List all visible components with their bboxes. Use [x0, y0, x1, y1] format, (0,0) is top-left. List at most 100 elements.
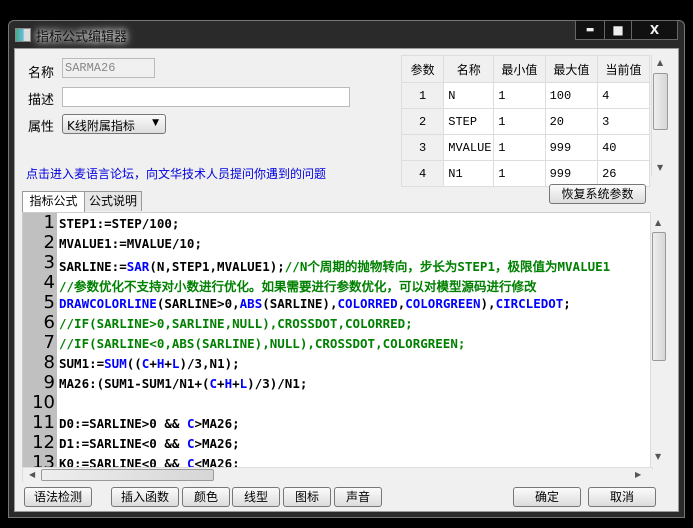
- param-cell[interactable]: 100: [544, 82, 599, 109]
- line-type-button[interactable]: 线型: [232, 487, 280, 507]
- maximize-button[interactable]: ■: [604, 20, 632, 40]
- code-line[interactable]: //参数优化不支持对小数进行优化。如果需要进行参数优化，可以对模型源码进行修改: [59, 276, 537, 295]
- code-token: D0:=SARLINE>0 &&: [59, 416, 187, 431]
- minimize-button[interactable]: ▬: [575, 20, 605, 40]
- scroll-thumb[interactable]: [653, 73, 668, 130]
- line-number: 11: [32, 412, 55, 433]
- code-token: )/3,N1);: [179, 356, 240, 371]
- sound-button[interactable]: 声音: [334, 487, 382, 507]
- code-token: CIRCLEDOT: [495, 296, 564, 311]
- scroll-thumb[interactable]: [652, 232, 666, 361]
- code-line[interactable]: DRAWCOLORLINE(SARLINE>0,ABS(SARLINE),COL…: [59, 296, 571, 311]
- code-token: COLORGREEN: [405, 296, 481, 311]
- param-cell[interactable]: 999: [544, 134, 599, 161]
- line-number: 9: [43, 372, 55, 393]
- param-row[interactable]: 4 N1 1 999 26: [400, 160, 650, 187]
- line-number: 1: [43, 212, 55, 233]
- code-line[interactable]: MA26:(SUM1-SUM1/N1+(C+H+L)/3)/N1;: [59, 376, 307, 391]
- code-token: +: [232, 376, 240, 391]
- param-cell[interactable]: 1: [493, 134, 546, 161]
- param-cell[interactable]: 3: [400, 134, 445, 161]
- code-token: SAR: [126, 259, 150, 274]
- code-editor[interactable]: 1 2 3 4 5 6 7 8 9 10 11 12 13 STEP1:=STEP/100; MVALUE…: [22, 212, 653, 469]
- code-token: MVALUE1:=MVALUE/10;: [59, 236, 202, 251]
- param-cell[interactable]: 999: [544, 160, 599, 187]
- param-cell[interactable]: 2: [400, 108, 445, 135]
- code-line[interactable]: STEP1:=STEP/100;: [59, 216, 179, 231]
- scroll-up-icon[interactable]: ▲: [655, 218, 661, 227]
- line-number: 6: [43, 312, 55, 333]
- code-token: >MA26;: [194, 416, 240, 431]
- description-field[interactable]: [62, 87, 350, 107]
- code-line[interactable]: D1:=SARLINE<0 && C>MA26;: [59, 436, 240, 451]
- code-token: +: [217, 376, 225, 391]
- code-line[interactable]: D0:=SARLINE>0 && C>MA26;: [59, 416, 240, 431]
- param-cell[interactable]: 26: [597, 160, 650, 187]
- app-icon: [15, 28, 31, 42]
- param-cell[interactable]: 1: [493, 160, 546, 187]
- scroll-left-icon[interactable]: ◀: [29, 470, 35, 479]
- tab-description[interactable]: 公式说明: [84, 191, 142, 211]
- code-token: >MA26;: [194, 436, 240, 451]
- param-cell[interactable]: MVALUE: [443, 134, 495, 161]
- line-number: 5: [43, 292, 55, 313]
- code-token: MA26:(SUM1-SUM1/N1+(: [59, 376, 210, 391]
- param-cell[interactable]: 1: [493, 82, 546, 109]
- param-cell[interactable]: 1: [400, 82, 445, 109]
- cancel-button[interactable]: 取消: [588, 487, 656, 507]
- forum-link[interactable]: 点击进入麦语言论坛，向文华技术人员提问你遇到的问题: [26, 165, 326, 182]
- param-cell[interactable]: STEP: [443, 108, 495, 135]
- code-token: )/3)/N1;: [247, 376, 308, 391]
- code-token: (SARLINE),: [262, 296, 338, 311]
- param-cell[interactable]: 1: [493, 108, 546, 135]
- code-token: SARLINE:=: [59, 259, 127, 274]
- code-token: (SARLINE>0,: [156, 296, 240, 311]
- col-header: 名称: [443, 55, 495, 83]
- name-label: 名称: [28, 66, 55, 81]
- col-header: 最小值: [493, 55, 546, 83]
- param-cell[interactable]: 3: [597, 108, 650, 135]
- scroll-thumb[interactable]: [41, 469, 214, 481]
- code-line[interactable]: MVALUE1:=MVALUE/10;: [59, 236, 202, 251]
- description-label: 描述: [28, 93, 55, 108]
- close-button[interactable]: X: [631, 20, 678, 40]
- code-token: //N个周期的抛物转向，步长为STEP1，极限值为MVALUE1: [284, 259, 611, 274]
- line-number-gutter: 1 2 3 4 5 6 7 8 9 10 11 12 13: [23, 213, 57, 468]
- code-line[interactable]: SARLINE:=SAR(N,STEP1,MVALUE1);//N个周期的抛物转…: [59, 256, 610, 275]
- color-button[interactable]: 颜色: [182, 487, 230, 507]
- line-number: 10: [32, 392, 55, 413]
- line-number: 12: [32, 432, 55, 453]
- ok-button[interactable]: 确定: [513, 487, 581, 507]
- params-scrollbar[interactable]: ▲ ▼: [651, 55, 669, 176]
- editor-vertical-scrollbar[interactable]: ▲ ▼: [650, 212, 667, 468]
- param-cell[interactable]: N: [443, 82, 495, 109]
- code-line[interactable]: //IF(SARLINE>0,SARLINE,NULL),CROSSDOT,CO…: [59, 316, 413, 331]
- param-cell[interactable]: 40: [597, 134, 650, 161]
- name-field[interactable]: [62, 58, 155, 78]
- insert-function-button[interactable]: 插入函数: [111, 487, 179, 507]
- restore-params-button[interactable]: 恢复系统参数: [549, 184, 646, 204]
- scroll-right-icon[interactable]: ▶: [635, 470, 641, 479]
- param-cell[interactable]: N1: [443, 160, 495, 187]
- param-row[interactable]: 1 N 1 100 4: [400, 82, 650, 109]
- editor-horizontal-scrollbar[interactable]: ◀ ▶: [22, 467, 652, 482]
- code-line[interactable]: //IF(SARLINE<0,ABS(SARLINE),NULL),CROSSD…: [59, 336, 465, 351]
- scroll-down-icon[interactable]: ▼: [655, 452, 661, 461]
- param-cell[interactable]: 4: [597, 82, 650, 109]
- attribute-select[interactable]: K线附属指标 ▼: [62, 114, 166, 134]
- param-cell[interactable]: 4: [400, 160, 445, 187]
- code-token: //IF(SARLINE>0,SARLINE,NULL),CROSSDOT,CO…: [59, 316, 413, 331]
- code-token: //IF(SARLINE<0,ABS(SARLINE),NULL),CROSSD…: [59, 336, 466, 351]
- code-line[interactable]: SUM1:=SUM((C+H+L)/3,N1);: [59, 356, 240, 371]
- syntax-check-button[interactable]: 语法检测: [24, 487, 92, 507]
- code-token: COLORRED: [337, 296, 398, 311]
- tab-formula[interactable]: 指标公式: [22, 191, 85, 212]
- col-header: 参数: [400, 55, 445, 83]
- line-number: 3: [43, 252, 55, 273]
- scroll-down-icon[interactable]: ▼: [657, 163, 663, 172]
- scroll-up-icon[interactable]: ▲: [657, 58, 663, 67]
- param-row[interactable]: 3 MVALUE 1 999 40: [400, 134, 650, 161]
- icon-button[interactable]: 图标: [283, 487, 331, 507]
- param-cell[interactable]: 20: [544, 108, 599, 135]
- param-row[interactable]: 2 STEP 1 20 3: [400, 108, 650, 135]
